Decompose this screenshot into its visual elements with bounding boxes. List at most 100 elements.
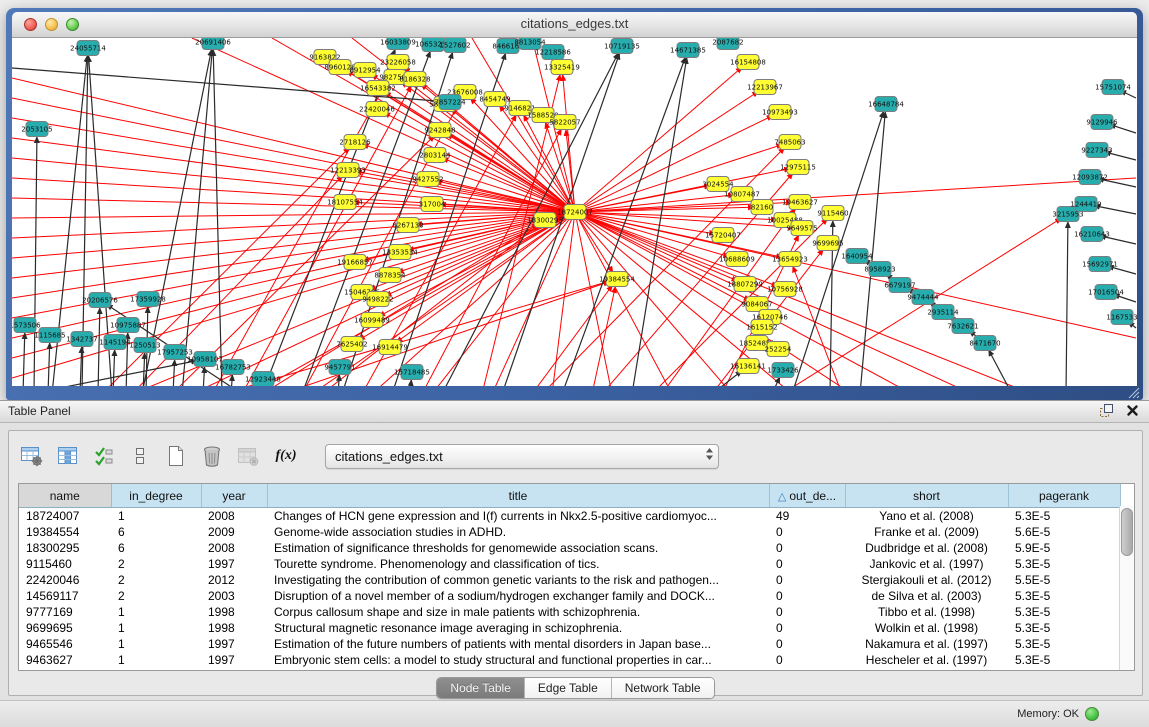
column-header-in_degree[interactable]: in_degree (111, 484, 201, 508)
column-header-pagerank[interactable]: pagerank (1008, 484, 1120, 508)
network-node[interactable]: 1342737 (66, 332, 97, 347)
network-node[interactable]: 8186328 (399, 72, 430, 87)
network-node[interactable]: 2803144 (419, 148, 451, 163)
network-node[interactable]: 16154808 (730, 55, 766, 70)
network-node[interactable]: 9227343 (1081, 143, 1112, 158)
table-row[interactable]: 946554611997Estimation of the future num… (19, 636, 1120, 652)
network-node[interactable]: 17016504 (1088, 285, 1124, 300)
window-titlebar[interactable]: citations_edges.txt (12, 12, 1137, 38)
network-node[interactable]: 2935114 (927, 305, 959, 320)
network-node[interactable]: 9649575 (786, 221, 817, 236)
table-selector-dropdown[interactable]: citations_edges.txt (325, 444, 719, 469)
network-node[interactable]: 1244419 (1070, 197, 1101, 212)
network-node[interactable]: 10973493 (762, 105, 798, 120)
network-node[interactable]: 19463627 (782, 195, 818, 210)
network-node[interactable]: 9427552 (412, 172, 443, 187)
column-header-year[interactable]: year (201, 484, 267, 508)
network-node[interactable]: 82160 (751, 200, 773, 215)
table-row[interactable]: 2242004622012Investigating the contribut… (19, 572, 1120, 588)
select-all-icon[interactable] (91, 443, 117, 469)
create-table-icon[interactable] (163, 443, 189, 469)
network-node[interactable]: 13325419 (544, 60, 580, 75)
network-node[interactable]: 7485063 (774, 135, 805, 150)
network-node[interactable]: 19166857 (337, 255, 373, 270)
network-node[interactable]: 1145194 (99, 335, 131, 350)
network-node[interactable]: 10688609 (719, 252, 755, 267)
network-node[interactable]: 24055714 (70, 41, 106, 56)
table-row[interactable]: 911546021997Tourette syndrome. Phenomeno… (19, 556, 1120, 572)
network-node[interactable]: 2718126 (339, 135, 371, 150)
network-node[interactable]: 10975887 (110, 318, 146, 333)
network-node[interactable]: 9474444 (907, 290, 939, 305)
network-node[interactable]: 6679197 (884, 278, 915, 293)
network-node[interactable]: 22420046 (359, 102, 395, 117)
network-node[interactable]: 317004 (419, 197, 446, 212)
network-node[interactable]: 23226058 (380, 55, 416, 70)
function-builder-icon[interactable]: f(x) (271, 443, 301, 469)
network-node[interactable]: 9699695 (812, 236, 843, 251)
column-header-name[interactable]: name (19, 484, 111, 508)
network-node[interactable]: 12213967 (747, 80, 783, 95)
network-node[interactable]: 8912954 (349, 63, 381, 78)
network-node[interactable]: 3024554 (702, 177, 734, 192)
network-node[interactable]: 5822057 (549, 115, 580, 130)
network-node[interactable]: 8878354 (374, 268, 406, 283)
network-node[interactable]: 1733426 (767, 363, 799, 378)
network-node[interactable]: 1527602 (439, 38, 470, 53)
network-canvas[interactable]: 1872400718300295193845549115460969969522… (12, 38, 1137, 386)
network-node[interactable]: 12975115 (780, 160, 816, 175)
tab-network-table[interactable]: Network Table (612, 678, 714, 698)
network-node[interactable]: 13654923 (772, 252, 808, 267)
column-header-title[interactable]: title (267, 484, 769, 508)
network-node[interactable]: 15692971 (1082, 257, 1118, 272)
network-node[interactable]: 12213393 (330, 163, 366, 178)
network-node[interactable]: 13353534 (382, 245, 418, 260)
network-node[interactable]: 15720407 (705, 228, 741, 243)
network-node[interactable]: 2087682 (712, 38, 743, 50)
network-node[interactable]: 15751074 (1095, 80, 1131, 95)
network-node[interactable]: 14671385 (670, 43, 706, 58)
network-node[interactable]: 1250513 (129, 338, 160, 353)
show-columns-icon[interactable] (55, 443, 81, 469)
network-node[interactable]: 7632621 (947, 319, 978, 334)
close-panel-icon[interactable] (1126, 404, 1139, 417)
tab-node-table[interactable]: Node Table (437, 678, 525, 698)
network-node[interactable]: 10719135 (604, 39, 640, 54)
network-node[interactable]: 1115685 (34, 328, 65, 343)
network-node[interactable]: 8958923 (864, 262, 895, 277)
network-node[interactable]: 16033809 (380, 38, 416, 50)
network-node[interactable]: 19384554 (599, 272, 635, 287)
table-row[interactable]: 977716911998Corpus callosum shape and si… (19, 604, 1120, 620)
network-node[interactable]: 2053105 (21, 122, 52, 137)
network-node[interactable]: 252254 (765, 342, 792, 357)
network-node[interactable]: 1615152 (746, 320, 777, 335)
network-node[interactable]: 20206576 (82, 293, 118, 308)
float-panel-icon[interactable] (1099, 403, 1114, 418)
network-node[interactable]: 1167533 (1106, 310, 1137, 325)
column-header-out_de[interactable]: △out_de... (769, 484, 845, 508)
network-node[interactable]: 12923448 (245, 372, 281, 387)
delete-table-icon[interactable] (199, 443, 225, 469)
network-node[interactable]: 1640954 (841, 249, 873, 264)
tab-edge-table[interactable]: Edge Table (525, 678, 612, 698)
network-node[interactable]: 15718485 (394, 365, 430, 380)
network-node[interactable]: 10756928 (767, 282, 803, 297)
window-resize-grip[interactable] (1127, 387, 1141, 399)
table-row[interactable]: 1872400712008Changes of HCN gene express… (19, 508, 1120, 525)
table-row[interactable]: 946362711997Embryonic stem cells: a mode… (19, 652, 1120, 668)
network-node[interactable]: 18107554 (327, 195, 363, 210)
network-node[interactable]: 9498222 (362, 292, 393, 307)
network-node[interactable]: 1573506 (12, 318, 41, 333)
vertical-scrollbar[interactable] (1119, 506, 1134, 670)
table-options-icon[interactable] (19, 443, 45, 469)
network-node[interactable]: 9242848 (424, 123, 455, 138)
network-node[interactable]: 9115460 (817, 206, 848, 221)
network-node[interactable]: 9457791 (324, 360, 355, 375)
network-node[interactable]: 9129946 (1086, 115, 1118, 130)
table-row[interactable]: 969969511998Structural magnetic resonanc… (19, 620, 1120, 636)
table-row[interactable]: 1938455462009Genome-wide association stu… (19, 524, 1120, 540)
network-node[interactable]: 8471670 (969, 336, 1000, 351)
network-node[interactable]: 16136141 (730, 359, 766, 374)
column-header-short[interactable]: short (845, 484, 1008, 508)
network-node[interactable]: 8267130 (392, 218, 423, 233)
